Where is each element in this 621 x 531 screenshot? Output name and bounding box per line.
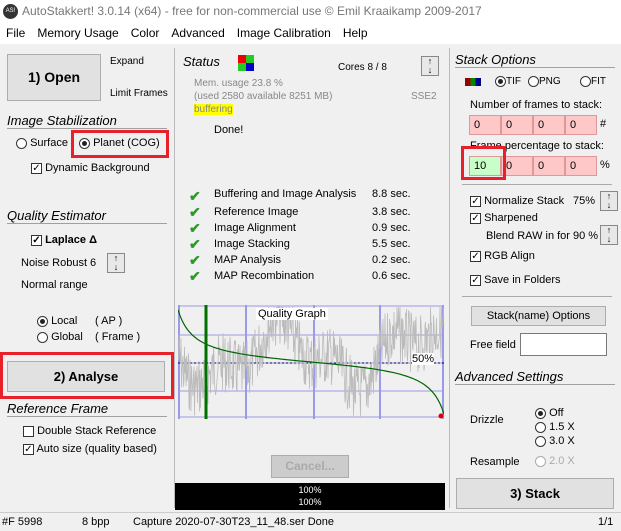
normalize-value: 75% [573,195,596,207]
open-button[interactable]: 1) Open [7,54,101,101]
laplace-checkbox[interactable]: ✓ Laplace Δ [31,234,97,246]
expand-label[interactable]: Expand [110,56,144,67]
step-row: ✔ Image Stacking 5.5 sec. [189,236,411,252]
resample-label: Resample [470,456,520,468]
graph-end-point [438,413,444,419]
title-bar: AutoStakkert! 3.0.14 (x64) - free for no… [0,0,621,22]
check-icon: ✔ [189,236,201,252]
buffering-badge: buffering [194,104,233,115]
check-icon: ✔ [189,268,201,284]
menu-bar: File Memory Usage Color Advanced Image Calib… [0,22,621,44]
step-row: ✔ Buffering and Image Analysis 8.8 sec. [189,188,411,204]
free-field-label: Free field [470,339,516,351]
blend-spinner-icon[interactable]: ↑ ↓ [600,225,618,245]
normalize-checkbox[interactable]: ✓ Normalize Stack [470,195,564,207]
planet-cog-radio[interactable]: Planet (COG) [79,137,160,149]
double-stack-checkbox[interactable]: Double Stack Reference [23,425,156,437]
page-indicator: 1/1 [598,516,614,528]
global-frame-label: ( Frame ) [95,331,141,343]
save-folders-checkbox[interactable]: ✓ Save in Folders [470,274,561,286]
local-ap-label: ( AP ) [95,315,123,327]
drizzle-label: Drizzle [470,414,504,426]
menu-image-calibration[interactable]: Image Calibration [237,26,331,40]
noise-robust-label: Noise Robust [21,257,88,269]
quality-graph-title: Quality Graph [256,308,328,320]
stack-button[interactable]: 3) Stack [456,478,614,509]
drizzle-15-radio[interactable]: 1.5 X [535,421,575,433]
fit-radio[interactable]: FIT [580,76,606,87]
drizzle-off-radio[interactable]: Off [535,407,564,419]
reference-frame-title: Reference Frame [7,401,167,417]
png-radio[interactable]: PNG [528,76,561,87]
dynamic-background-checkbox[interactable]: ✓ Dynamic Background [31,162,150,174]
status-bar: #F 5998 8 bpp Capture 2020-07-30T23_11_4… [0,512,621,530]
rgb-align-checkbox[interactable]: ✓ RGB Align [470,250,535,262]
tif-radio[interactable]: TIF [495,76,521,87]
stackname-options-button[interactable]: Stack(name) Options [471,306,606,326]
resample-20-radio[interactable]: 2.0 X [535,455,575,467]
free-field-input[interactable] [520,333,607,356]
step-row: ✔ Reference Image 3.8 sec. [189,204,411,220]
pct-sign: % [600,159,610,171]
num-frames-input[interactable]: 0 [469,115,501,135]
step-row: ✔ MAP Analysis 0.2 sec. [189,252,411,268]
normal-range-label: Normal range [21,279,88,291]
check-icon: ✔ [189,252,201,268]
status-title: Status [183,54,220,69]
step-row: ✔ MAP Recombination 0.6 sec. [189,268,411,284]
progress-2: 100% [298,497,322,507]
memory-detail: (used 2580 available 8251 MB) [194,91,333,102]
rgb-icon [465,78,481,86]
sharpened-checkbox[interactable]: ✓ Sharpened [470,212,538,224]
menu-color[interactable]: Color [131,26,160,40]
blend-raw-label: Blend RAW in for 90 % [486,230,599,242]
menu-advanced[interactable]: Advanced [171,26,224,40]
cores-spinner-icon[interactable]: ↑ ↓ [421,56,439,76]
progress-bars: 100% 100% [175,483,445,510]
check-icon: ✔ [189,204,201,220]
check-icon: ✔ [189,188,201,204]
bit-depth: 8 bpp [82,516,110,528]
drizzle-30-radio[interactable]: 3.0 X [535,435,575,447]
global-radio[interactable]: Global [37,331,83,343]
frame-count: #F 5998 [2,516,43,528]
quality-graph-50pct: 50% [412,353,435,365]
image-stabilization-title: Image Stabilization [7,113,167,129]
stack-options-title: Stack Options [455,52,615,68]
advanced-settings-title: Advanced Settings [455,369,615,385]
menu-file[interactable]: File [6,26,25,40]
noise-robust-value: 6 [90,257,97,269]
menu-help[interactable]: Help [343,26,368,40]
step-row: ✔ Image Alignment 0.9 sec. [189,220,411,236]
analyse-button[interactable]: 2) Analyse [7,361,165,392]
hash-label: # [600,118,607,130]
sse-label: SSE2 [411,91,437,102]
done-label: Done! [214,124,244,136]
color-channels-icon [238,55,254,71]
noise-spinner-icon[interactable]: ↑ ↓ [107,253,125,273]
app-logo-icon: AS! [3,4,18,19]
normalize-spinner-icon[interactable]: ↑ ↓ [600,191,618,211]
num-frames-label: Number of frames to stack: [470,99,603,111]
num-frames-input[interactable]: 0 [501,115,533,135]
auto-size-checkbox[interactable]: ✓ Auto size (quality based) [23,443,157,455]
num-frames-input[interactable]: 0 [565,115,597,135]
cores-label: Cores 8 / 8 [338,62,387,73]
step-list: ✔ Buffering and Image Analysis 8.8 sec. ✔ R… [189,188,429,284]
quality-estimator-title: Quality Estimator [7,208,167,224]
memory-usage: Mem. usage 23.8 % [194,78,283,89]
check-icon: ✔ [189,220,201,236]
cancel-button[interactable]: Cancel... [271,455,349,478]
quality-graph [178,305,444,419]
capture-file: Capture 2020-07-30T23_11_48.ser Done [133,516,334,528]
pct-input[interactable]: 0 [565,156,597,176]
pct-input[interactable]: 0 [533,156,565,176]
menu-memory-usage[interactable]: Memory Usage [37,26,118,40]
surface-radio[interactable]: Surface [16,137,68,149]
progress-1: 100% [298,485,322,495]
local-radio[interactable]: Local [37,315,77,327]
num-frames-input[interactable]: 0 [533,115,565,135]
limit-frames-label[interactable]: Limit Frames [110,88,168,99]
